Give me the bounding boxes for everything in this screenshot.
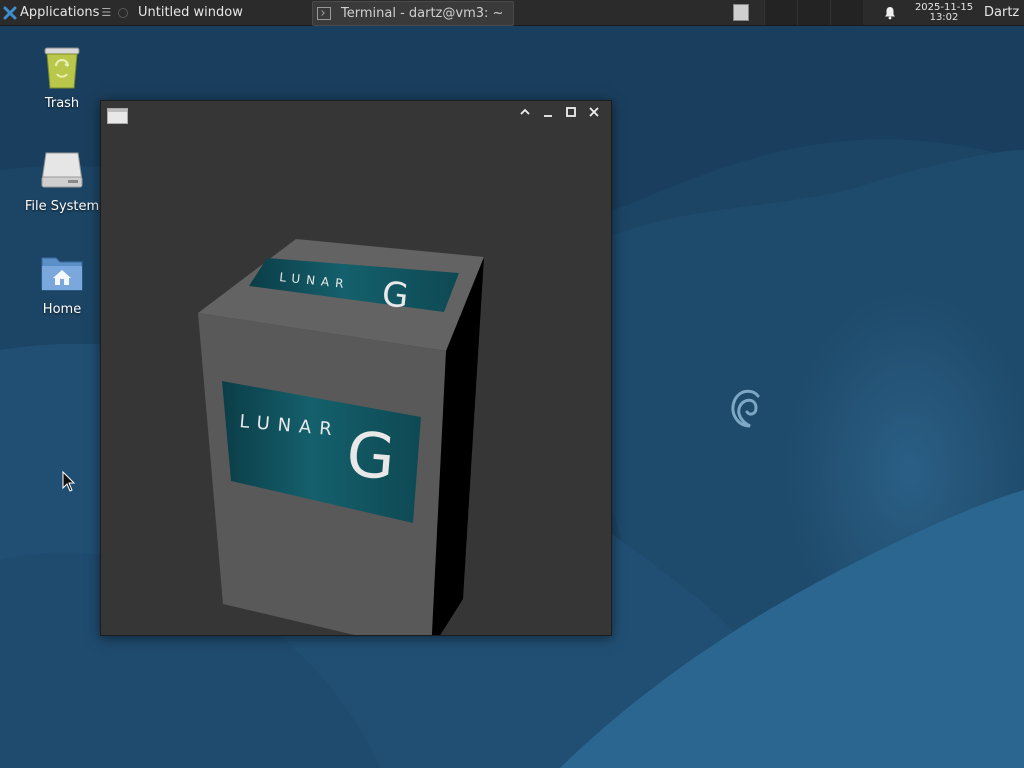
desktop-icon-label: Trash bbox=[44, 96, 80, 111]
debian-swirl-logo-icon bbox=[731, 389, 760, 428]
home-folder-icon bbox=[41, 257, 83, 291]
terminal-icon bbox=[317, 7, 331, 20]
shade-button[interactable] bbox=[516, 106, 534, 124]
desktop-icon-trash[interactable]: Trash bbox=[12, 44, 112, 111]
desktop-icon-label: Home bbox=[42, 302, 82, 317]
minimize-icon bbox=[544, 115, 552, 117]
taskbar-item-terminal[interactable]: Terminal - dartz@vm3: ~ bbox=[312, 1, 514, 26]
vulkan-cube-window[interactable]: LUNAR G LUNAR G bbox=[100, 100, 612, 636]
maximize-icon bbox=[566, 107, 576, 117]
render-viewport[interactable]: LUNAR G LUNAR G bbox=[101, 129, 611, 635]
maximize-button[interactable] bbox=[562, 106, 580, 124]
cube-front-letter: G bbox=[344, 417, 398, 494]
drive-icon bbox=[41, 152, 83, 188]
taskbar-item-label: Terminal - dartz@vm3: ~ bbox=[341, 6, 504, 21]
window-placeholder-icon bbox=[118, 7, 128, 18]
clock-time: 13:02 bbox=[929, 11, 959, 23]
workspace-switcher[interactable] bbox=[728, 0, 754, 25]
applications-label: Applications bbox=[20, 5, 100, 20]
taskbar-item-label: Untitled window bbox=[138, 5, 243, 20]
desktop-icon-file-system[interactable]: File System bbox=[12, 147, 112, 214]
applications-menu-button[interactable]: Applications ☰ bbox=[0, 0, 112, 25]
desktop-icon-home[interactable]: Home bbox=[12, 250, 112, 317]
workspace-2[interactable] bbox=[764, 0, 797, 25]
mouse-cursor-icon bbox=[62, 471, 76, 492]
rotating-cube: LUNAR G LUNAR G bbox=[198, 239, 484, 635]
notifications-button[interactable] bbox=[878, 0, 902, 25]
workspace-4[interactable] bbox=[830, 0, 863, 25]
workspace-1[interactable] bbox=[733, 4, 749, 21]
workspace-3[interactable] bbox=[797, 0, 830, 25]
close-icon bbox=[589, 107, 599, 117]
close-button[interactable] bbox=[585, 106, 603, 124]
desktop-icon-label: File System bbox=[24, 199, 100, 214]
top-panel: Applications ☰ Untitled window Terminal … bbox=[0, 0, 1024, 26]
clock-date: 2025-11-15 bbox=[914, 1, 974, 13]
taskbar-item-untitled-window[interactable]: Untitled window bbox=[110, 1, 318, 24]
minimize-button[interactable] bbox=[539, 106, 557, 124]
cube-top-letter: G bbox=[380, 274, 410, 317]
user-name: Dartz bbox=[984, 5, 1020, 20]
user-menu[interactable]: Dartz bbox=[984, 0, 1024, 25]
window-titlebar[interactable] bbox=[101, 101, 611, 129]
clock[interactable]: 2025-11-15 13:02 bbox=[908, 0, 980, 25]
window-app-icon bbox=[107, 108, 128, 124]
chevron-up-icon bbox=[520, 108, 530, 115]
bell-icon bbox=[885, 6, 895, 19]
xfce-logo-icon bbox=[3, 6, 17, 19]
trash-icon bbox=[44, 47, 80, 89]
